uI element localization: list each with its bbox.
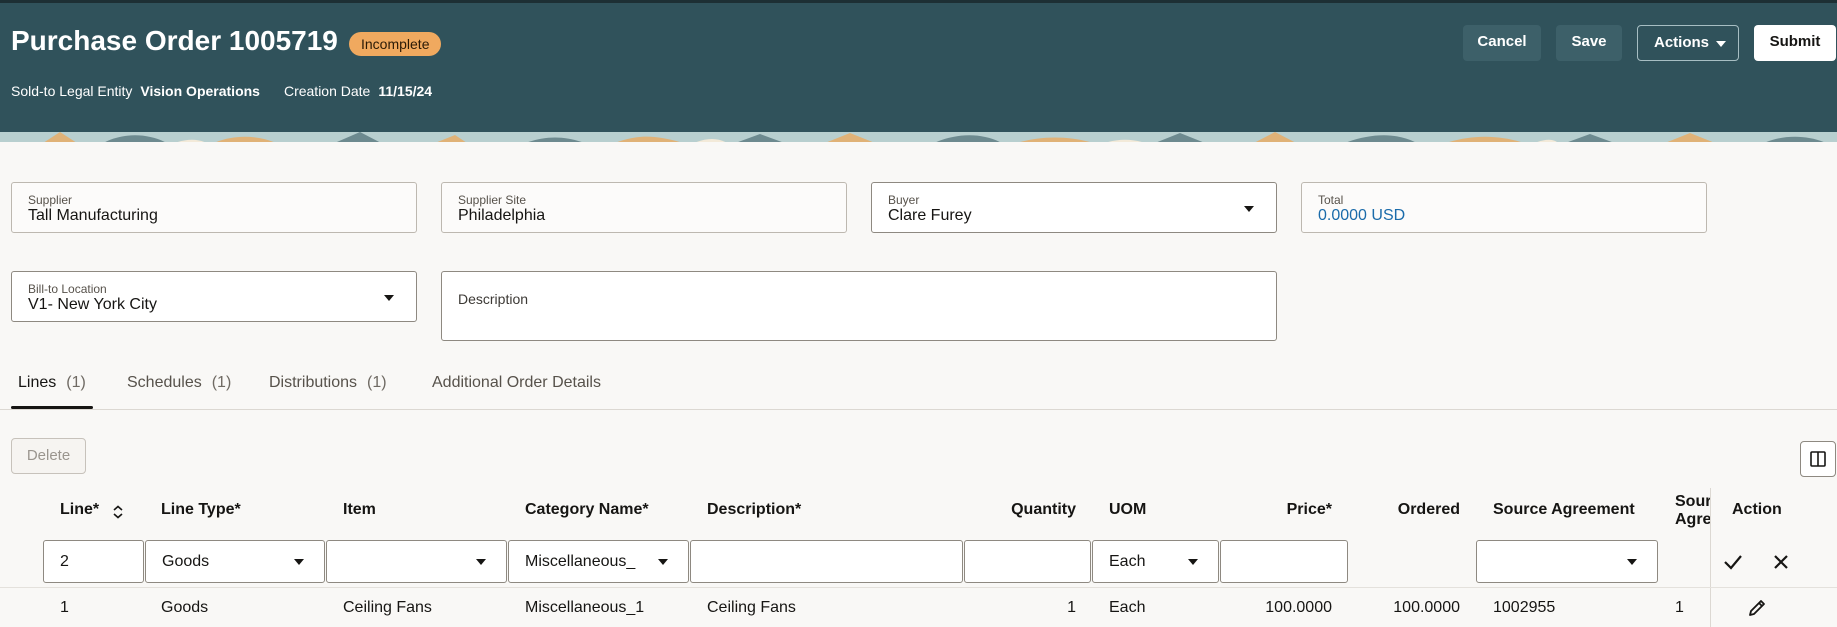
row-separator: [0, 587, 1837, 588]
action-column-divider: [1710, 488, 1711, 627]
supplier-label: Supplier: [28, 193, 73, 207]
tab-lines[interactable]: Lines (1): [18, 374, 86, 392]
delete-button[interactable]: Delete: [11, 438, 86, 474]
col-header-category: Category Name*: [525, 501, 649, 518]
col-header-price: Price*: [1286, 501, 1332, 518]
col-header-line-type: Line Type*: [161, 501, 241, 518]
line-type-select[interactable]: Goods: [145, 540, 325, 583]
total-field: Total 0.0000 USD: [1301, 182, 1707, 233]
chevron-down-icon[interactable]: [1188, 559, 1198, 565]
lines-table: Line* Line Type* Item Category Name* Des…: [0, 488, 1837, 627]
tab-schedules-label: Schedules: [127, 374, 202, 391]
chevron-down-icon: [1716, 41, 1726, 47]
tab-lines-count: (1): [66, 374, 86, 391]
chevron-down-icon[interactable]: [1627, 559, 1637, 565]
row-1-description: Ceiling Fans: [707, 599, 796, 616]
chevron-down-icon[interactable]: [384, 295, 394, 301]
sort-icon[interactable]: [111, 505, 125, 519]
row-1-uom: Each: [1109, 599, 1146, 616]
columns-icon: [1810, 451, 1826, 467]
row-1-price: 100.0000: [1265, 599, 1332, 616]
col-header-ordered: Ordered: [1397, 501, 1460, 518]
uom-value: Each: [1109, 553, 1146, 570]
line-number-input[interactable]: 2: [43, 540, 144, 583]
col-header-source-agreement-line: Sour Agre: [1675, 493, 1710, 529]
col-header-source-agreement-line-1: Sour: [1675, 493, 1710, 510]
price-input[interactable]: [1220, 540, 1348, 583]
row-1-ordered: 100.0000: [1393, 599, 1460, 616]
header-decorative-pattern: [0, 132, 1837, 142]
supplier-value: Tall Manufacturing: [28, 207, 158, 224]
sold-to-label: Sold-to Legal Entity: [11, 83, 133, 99]
total-label: Total: [1318, 193, 1344, 207]
bill-to-location-select[interactable]: Bill-to Location V1- New York City: [11, 271, 417, 322]
col-header-source-agreement: Source Agreement: [1493, 501, 1635, 518]
supplier-field: Supplier Tall Manufacturing: [11, 182, 417, 233]
bill-to-location-label: Bill-to Location: [28, 282, 107, 296]
line-type-value: Goods: [162, 553, 210, 570]
header-meta: Sold-to Legal Entity Vision Operations C…: [11, 83, 456, 99]
row-1-source-agreement: 1002955: [1493, 599, 1556, 616]
tab-schedules[interactable]: Schedules (1): [127, 374, 231, 392]
status-badge: Incomplete: [349, 32, 442, 56]
row-1-line: 1: [60, 599, 69, 616]
tab-distributions[interactable]: Distributions (1): [269, 374, 387, 392]
category-select[interactable]: Miscellaneous_: [508, 540, 689, 583]
active-tab-indicator: [11, 406, 93, 409]
description-label: Description: [458, 291, 529, 307]
col-header-quantity: Quantity: [1011, 501, 1076, 518]
pencil-icon[interactable]: [1746, 597, 1768, 619]
close-icon[interactable]: [1770, 551, 1792, 573]
tab-bar: Lines (1) Schedules (1) Distributions (1) A…: [0, 366, 1837, 410]
buyer-select[interactable]: Buyer Clare Furey: [871, 182, 1277, 233]
col-header-line[interactable]: Line*: [60, 501, 99, 519]
supplier-site-field: Supplier Site Philadelphia: [441, 182, 847, 233]
total-value-link[interactable]: 0.0000 USD: [1318, 207, 1405, 225]
bill-to-location-value: V1- New York City: [28, 296, 157, 313]
page-header: Purchase Order 1005719 Incomplete Sold-t…: [0, 0, 1837, 142]
tab-distributions-count: (1): [367, 374, 387, 391]
col-header-action: Action: [1732, 501, 1782, 518]
tab-distributions-label: Distributions: [269, 374, 358, 391]
check-icon[interactable]: [1722, 551, 1744, 573]
cancel-button[interactable]: Cancel: [1463, 25, 1541, 61]
row-1-category: Miscellaneous_1: [525, 599, 645, 616]
row-1-source-agreement-line: 1: [1675, 599, 1684, 616]
actions-label: Actions: [1654, 34, 1710, 51]
submit-button[interactable]: Submit: [1754, 25, 1836, 61]
save-button[interactable]: Save: [1556, 25, 1622, 61]
row-1-line-type: Goods: [161, 599, 209, 616]
description-input[interactable]: [690, 540, 963, 583]
quantity-input[interactable]: [964, 540, 1091, 583]
item-select[interactable]: [326, 540, 507, 583]
buyer-label: Buyer: [888, 193, 920, 207]
chevron-down-icon[interactable]: [476, 559, 486, 565]
col-header-item: Item: [343, 501, 376, 518]
tab-schedules-count: (1): [211, 374, 232, 391]
chevron-down-icon[interactable]: [658, 559, 668, 565]
row-1-item: Ceiling Fans: [343, 599, 432, 616]
tab-additional-order-details[interactable]: Additional Order Details: [432, 374, 601, 392]
description-textarea[interactable]: Description: [441, 271, 1277, 341]
row-1-quantity: 1: [1067, 599, 1076, 616]
tab-lines-label: Lines: [18, 374, 57, 391]
tab-additional-label: Additional Order Details: [432, 374, 601, 391]
buyer-value: Clare Furey: [888, 207, 972, 224]
uom-select[interactable]: Each: [1092, 540, 1219, 583]
category-value: Miscellaneous_: [525, 553, 636, 570]
sold-to-value: Vision Operations: [140, 83, 260, 99]
chevron-down-icon[interactable]: [1244, 206, 1254, 212]
col-header-uom: UOM: [1109, 501, 1147, 518]
page-title: Purchase Order 1005719: [11, 25, 338, 56]
creation-date-label: Creation Date: [283, 83, 371, 99]
creation-date-value: 11/15/24: [378, 83, 433, 99]
col-header-source-agreement-line-2: Agre: [1675, 511, 1710, 528]
chevron-down-icon[interactable]: [294, 559, 304, 565]
source-agreement-select[interactable]: [1476, 540, 1658, 583]
supplier-site-label: Supplier Site: [458, 193, 527, 207]
columns-button[interactable]: [1800, 441, 1836, 477]
supplier-site-value: Philadelphia: [458, 207, 546, 224]
col-header-description: Description*: [707, 501, 802, 518]
actions-menu-button[interactable]: Actions: [1637, 25, 1739, 61]
